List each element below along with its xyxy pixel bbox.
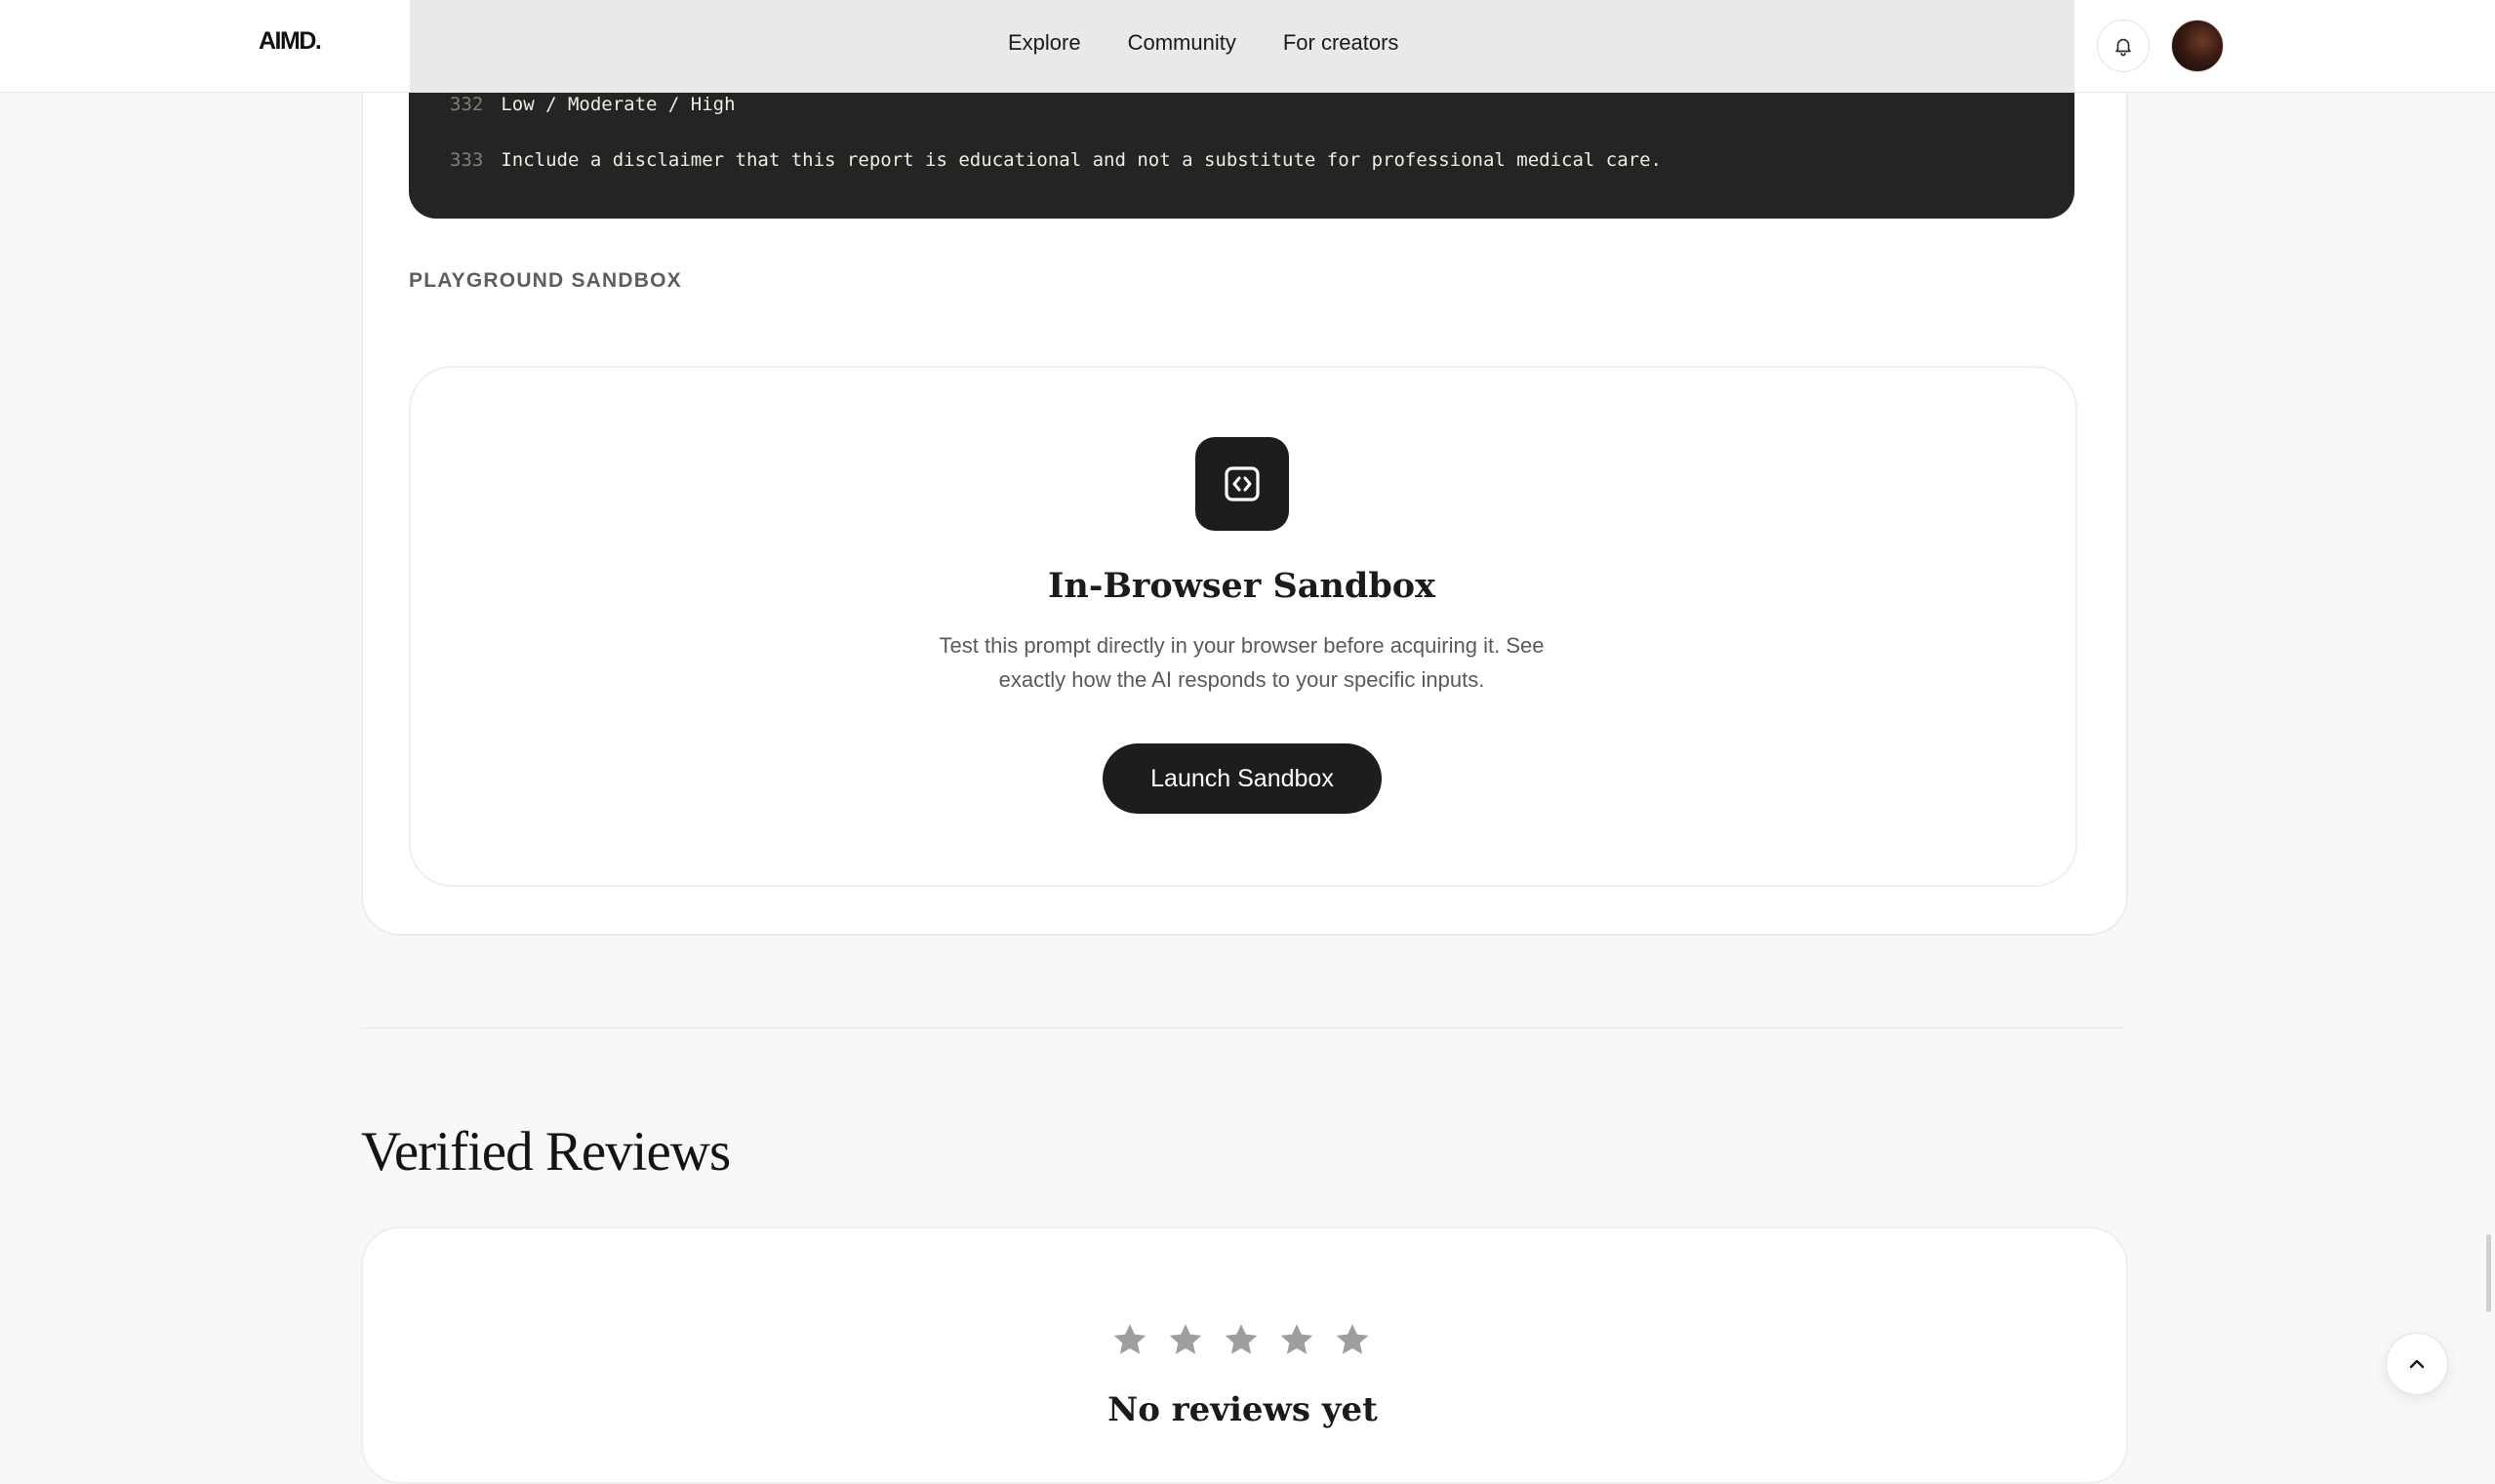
star-icon	[1280, 1324, 1313, 1354]
star-icon	[1169, 1324, 1202, 1354]
code-text: Include a disclaimer that this report is…	[501, 149, 1662, 171]
line-number: 332	[450, 94, 484, 115]
star-icon	[1225, 1324, 1258, 1354]
reviews-title: Verified Reviews	[361, 1121, 731, 1183]
logo[interactable]: AIMD.	[259, 27, 322, 56]
sandbox-description: Test this prompt directly in your browse…	[897, 628, 1587, 697]
avatar[interactable]	[2171, 20, 2224, 72]
star-icon	[1113, 1324, 1147, 1354]
nav-explore[interactable]: Explore	[1008, 30, 1081, 56]
code-text: Low / Moderate / High	[501, 94, 736, 115]
line-number: 333	[450, 149, 484, 171]
main-nav: Explore Community For creators	[1008, 30, 1398, 56]
scrollbar[interactable]	[2486, 1234, 2491, 1312]
no-reviews-title: No reviews yet	[1107, 1390, 1378, 1429]
scroll-to-top-button[interactable]	[2386, 1333, 2448, 1395]
top-navigation-bar: AIMD. Explore Community For creators	[0, 0, 2495, 93]
section-divider	[361, 1027, 2124, 1028]
rating-stars	[1110, 1320, 1372, 1359]
code-line: 333 Include a disclaimer that this repor…	[450, 149, 1662, 171]
nav-for-creators[interactable]: For creators	[1283, 30, 1399, 56]
sandbox-title: In-Browser Sandbox	[1048, 566, 1435, 606]
chevron-up-icon	[2409, 1359, 2425, 1369]
code-icon	[1195, 437, 1289, 531]
playground-section-label: PLAYGROUND SANDBOX	[409, 269, 682, 292]
nav-community[interactable]: Community	[1128, 30, 1236, 56]
star-icon	[1336, 1324, 1369, 1354]
notifications-button[interactable]	[2097, 20, 2150, 72]
launch-sandbox-button[interactable]: Launch Sandbox	[1103, 743, 1382, 814]
sandbox-description-line: exactly how the AI responds to your spec…	[998, 667, 1485, 692]
bell-icon	[2115, 38, 2131, 57]
code-line: 332 Low / Moderate / High	[450, 94, 736, 115]
sandbox-description-line: Test this prompt directly in your browse…	[939, 633, 1545, 658]
